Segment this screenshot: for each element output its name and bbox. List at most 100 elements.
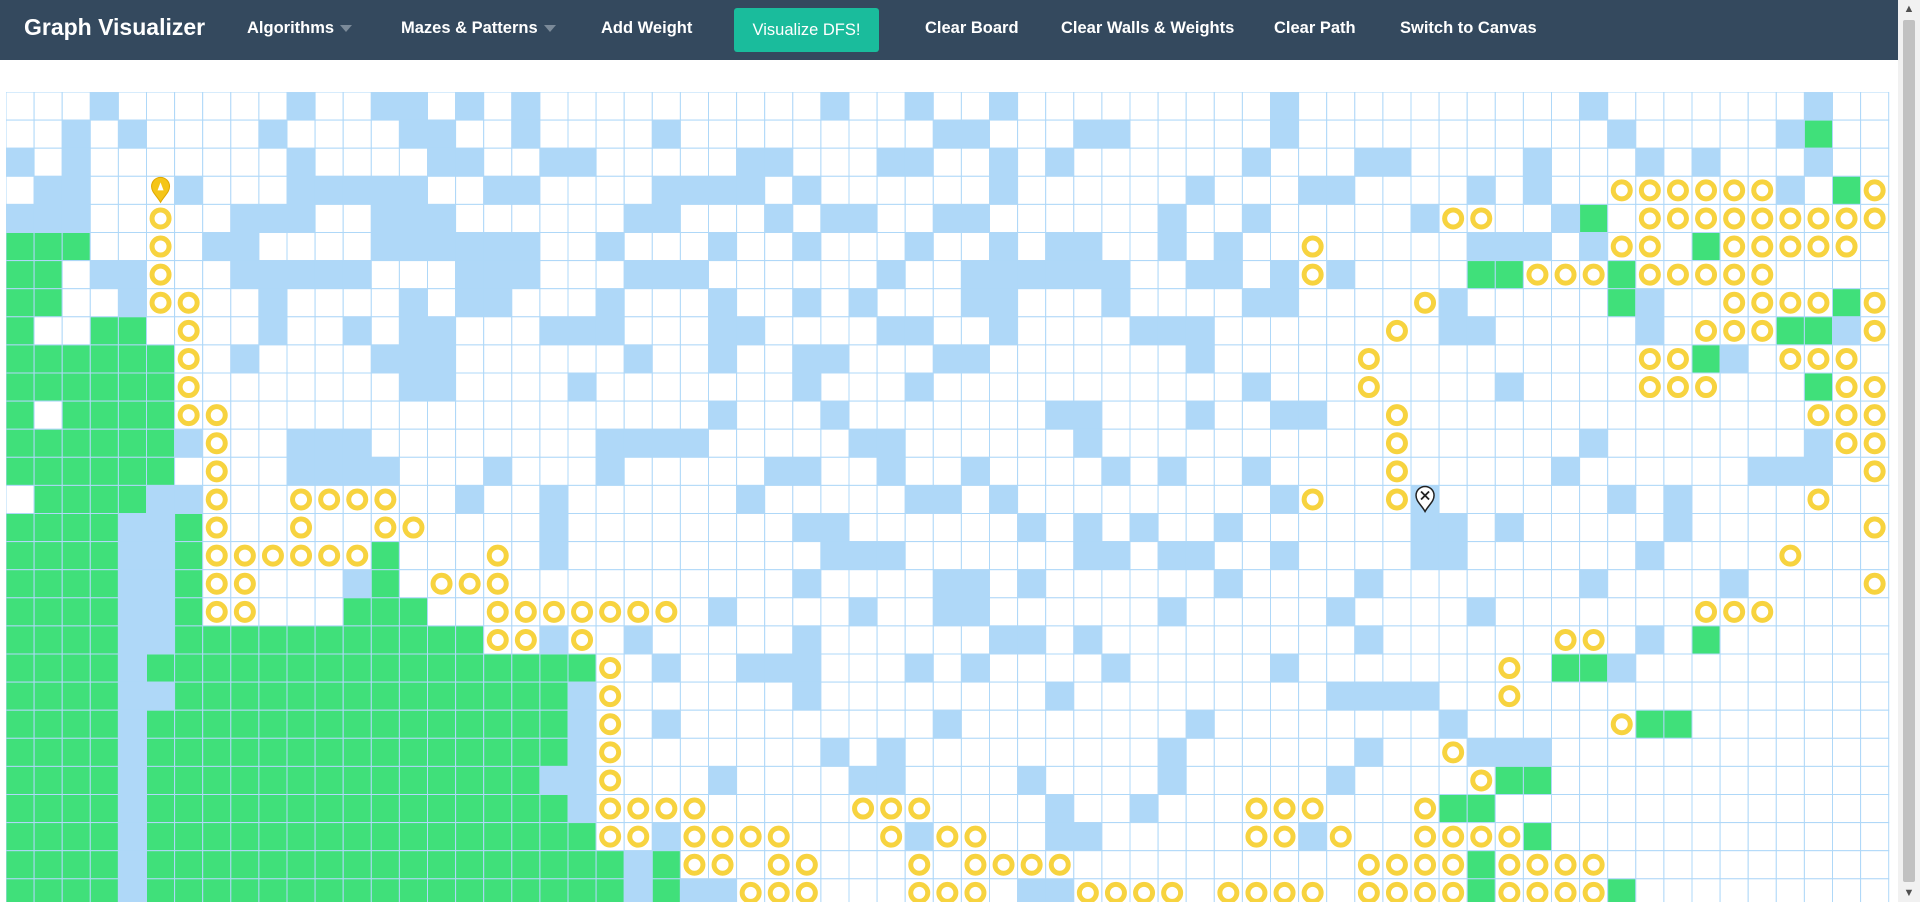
wall-cell[interactable] bbox=[792, 456, 822, 486]
grid-cell[interactable] bbox=[1017, 316, 1047, 346]
grid-cell[interactable] bbox=[1017, 456, 1047, 486]
grid-cell[interactable] bbox=[1803, 625, 1834, 655]
visited-cell[interactable] bbox=[6, 569, 35, 599]
grid-cell[interactable] bbox=[1213, 119, 1243, 149]
visited-cell[interactable] bbox=[230, 850, 260, 880]
visited-cell[interactable] bbox=[483, 709, 513, 739]
grid-cell[interactable] bbox=[1185, 203, 1215, 234]
grid-cell[interactable] bbox=[230, 428, 260, 458]
visited-cell[interactable] bbox=[427, 653, 457, 683]
wall-cell[interactable] bbox=[932, 569, 962, 599]
grid-cell[interactable] bbox=[117, 175, 148, 205]
grid-cell[interactable] bbox=[1832, 92, 1862, 121]
wall-cell[interactable] bbox=[876, 316, 906, 346]
grid-cell[interactable] bbox=[1635, 681, 1665, 711]
grid-cell[interactable] bbox=[1298, 344, 1328, 374]
grid-cell[interactable] bbox=[1579, 456, 1609, 486]
grid-cell[interactable] bbox=[1803, 878, 1834, 902]
wall-cell[interactable] bbox=[595, 316, 625, 346]
grid-cell[interactable] bbox=[1522, 316, 1553, 346]
wall-cell[interactable] bbox=[989, 625, 1019, 655]
grid-cell[interactable] bbox=[314, 400, 344, 430]
grid-cell[interactable] bbox=[876, 653, 906, 683]
visited-cell[interactable] bbox=[1803, 316, 1834, 346]
wall-cell[interactable] bbox=[398, 232, 428, 262]
grid-cell[interactable] bbox=[1635, 428, 1665, 458]
grid-cell[interactable] bbox=[1803, 681, 1834, 711]
wall-cell[interactable] bbox=[708, 765, 738, 796]
grid-cell[interactable] bbox=[736, 681, 766, 711]
visited-cell[interactable] bbox=[511, 681, 541, 711]
grid-cell[interactable] bbox=[764, 175, 794, 205]
grid-cell[interactable] bbox=[960, 541, 991, 571]
grid-cell[interactable] bbox=[1719, 653, 1749, 683]
grid-cell[interactable] bbox=[1860, 147, 1890, 177]
wall-cell[interactable] bbox=[904, 372, 934, 402]
grid-cell[interactable] bbox=[1860, 625, 1890, 655]
grid-cell[interactable] bbox=[1579, 372, 1609, 402]
wall-cell[interactable] bbox=[1045, 400, 1075, 430]
wall-cell[interactable] bbox=[61, 147, 91, 177]
grid-cell[interactable] bbox=[1579, 794, 1609, 824]
wall-cell[interactable] bbox=[848, 203, 878, 234]
grid-cell[interactable] bbox=[1803, 822, 1834, 852]
grid-cell[interactable] bbox=[427, 484, 457, 514]
visited-cell[interactable] bbox=[398, 625, 428, 655]
wall-cell[interactable] bbox=[117, 625, 148, 655]
grid-cell[interactable] bbox=[1438, 232, 1468, 262]
wall-cell[interactable] bbox=[1438, 316, 1468, 346]
grid-cell[interactable] bbox=[1354, 765, 1384, 796]
wall-cell[interactable] bbox=[848, 541, 878, 571]
wall-cell[interactable] bbox=[989, 147, 1019, 177]
grid-cell[interactable] bbox=[174, 260, 204, 290]
wall-cell[interactable] bbox=[1775, 456, 1805, 486]
grid-cell[interactable] bbox=[1860, 541, 1890, 571]
grid-cell[interactable] bbox=[595, 92, 625, 121]
visited-cell[interactable] bbox=[567, 878, 597, 902]
grid-cell[interactable] bbox=[1129, 597, 1159, 627]
grid-cell[interactable] bbox=[1719, 822, 1749, 852]
wall-cell[interactable] bbox=[61, 119, 91, 149]
grid-cell[interactable] bbox=[1410, 625, 1440, 655]
grid-cell[interactable] bbox=[1410, 372, 1440, 402]
grid-cell[interactable] bbox=[764, 625, 794, 655]
grid-cell[interactable] bbox=[848, 372, 878, 402]
grid-cell[interactable] bbox=[1382, 513, 1412, 543]
wall-cell[interactable] bbox=[117, 288, 148, 318]
grid-cell[interactable] bbox=[876, 569, 906, 599]
grid-cell[interactable] bbox=[960, 737, 991, 767]
wall-cell[interactable] bbox=[89, 260, 119, 290]
visited-cell[interactable] bbox=[455, 878, 485, 902]
visited-cell[interactable] bbox=[61, 372, 91, 402]
wall-cell[interactable] bbox=[1522, 232, 1553, 262]
wall-cell[interactable] bbox=[848, 597, 878, 627]
grid-cell[interactable] bbox=[258, 484, 288, 514]
grid-cell[interactable] bbox=[1354, 709, 1384, 739]
grid-cell[interactable] bbox=[989, 653, 1019, 683]
grid-cell[interactable] bbox=[989, 878, 1019, 902]
wall-cell[interactable] bbox=[511, 119, 541, 149]
grid-cell[interactable] bbox=[1663, 625, 1693, 655]
grid-cell[interactable] bbox=[1410, 737, 1440, 767]
wall-cell[interactable] bbox=[286, 92, 316, 121]
grid-cell[interactable] bbox=[792, 597, 822, 627]
grid-cell[interactable] bbox=[6, 119, 35, 149]
grid-cell[interactable] bbox=[230, 484, 260, 514]
wall-cell[interactable] bbox=[258, 316, 288, 346]
visited-cell[interactable] bbox=[146, 794, 176, 824]
grid-cell[interactable] bbox=[1410, 709, 1440, 739]
visited-cell[interactable] bbox=[146, 737, 176, 767]
grid-cell[interactable] bbox=[314, 372, 344, 402]
grid-cell[interactable] bbox=[1354, 484, 1384, 514]
grid-cell[interactable] bbox=[792, 541, 822, 571]
grid-cell[interactable] bbox=[960, 428, 991, 458]
grid-cell[interactable] bbox=[1551, 92, 1581, 121]
wall-cell[interactable] bbox=[1185, 400, 1215, 430]
visited-cell[interactable] bbox=[370, 878, 400, 902]
grid-cell[interactable] bbox=[1326, 456, 1356, 486]
wall-cell[interactable] bbox=[1017, 569, 1047, 599]
visited-cell[interactable] bbox=[1691, 625, 1721, 655]
grid-cell[interactable] bbox=[1045, 203, 1075, 234]
wall-cell[interactable] bbox=[623, 428, 653, 458]
grid-cell[interactable] bbox=[708, 147, 738, 177]
